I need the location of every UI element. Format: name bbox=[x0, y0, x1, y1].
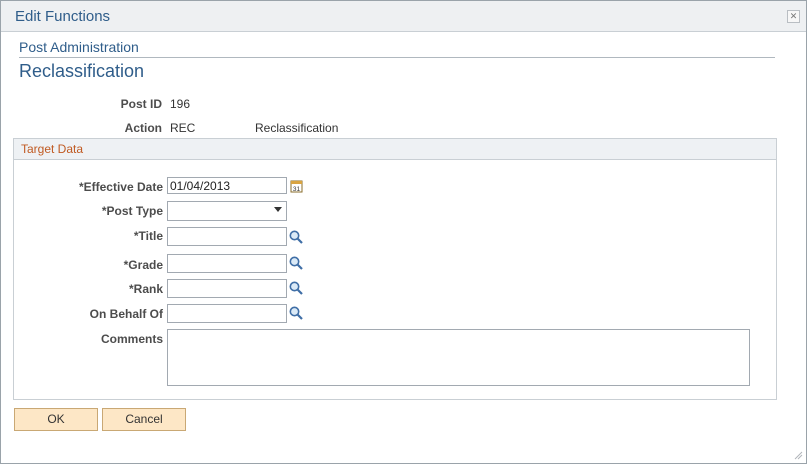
title-label: *Title bbox=[133, 229, 163, 243]
title-lookup-icon[interactable] bbox=[288, 229, 304, 245]
effective-date-input[interactable] bbox=[167, 177, 287, 194]
post-id-value: 196 bbox=[170, 97, 191, 111]
svg-text:31: 31 bbox=[293, 186, 301, 193]
action-label: Action bbox=[124, 121, 162, 135]
grade-input[interactable] bbox=[167, 254, 287, 273]
dialog-titlebar[interactable]: Edit Functions ✕ bbox=[1, 1, 806, 32]
action-description: Reclassification bbox=[255, 121, 339, 135]
post-type-label: *Post Type bbox=[101, 204, 163, 218]
comments-textarea[interactable] bbox=[167, 329, 750, 386]
rank-input[interactable] bbox=[167, 279, 287, 298]
ok-button[interactable]: OK bbox=[14, 408, 98, 431]
on-behalf-of-label: On Behalf Of bbox=[89, 307, 163, 321]
page-title: Reclassification bbox=[19, 61, 145, 81]
target-data-title: Target Data bbox=[21, 142, 84, 156]
action-code: REC bbox=[170, 121, 196, 135]
on-behalf-of-lookup-icon[interactable] bbox=[288, 305, 304, 321]
post-type-select[interactable] bbox=[167, 201, 287, 221]
breadcrumb: Post Administration bbox=[19, 39, 139, 55]
dialog-title: Edit Functions bbox=[15, 8, 111, 25]
rank-label: *Rank bbox=[128, 282, 163, 296]
effective-date-label: *Effective Date bbox=[78, 180, 163, 194]
edit-functions-dialog: Edit Functions ✕ Post Administration Rec… bbox=[0, 0, 807, 464]
resize-grip-icon[interactable] bbox=[793, 450, 803, 460]
post-id-label: Post ID bbox=[120, 97, 162, 111]
rank-lookup-icon[interactable] bbox=[288, 280, 304, 296]
close-button[interactable]: ✕ bbox=[787, 10, 800, 23]
title-input[interactable] bbox=[167, 227, 287, 246]
close-icon: ✕ bbox=[789, 11, 798, 21]
title-divider bbox=[19, 57, 775, 58]
grade-lookup-icon[interactable] bbox=[288, 255, 304, 271]
calendar-icon[interactable]: 31 bbox=[289, 178, 305, 194]
grade-label: *Grade bbox=[123, 258, 163, 272]
comments-label: Comments bbox=[100, 332, 163, 346]
cancel-button[interactable]: Cancel bbox=[102, 408, 186, 431]
chevron-down-icon bbox=[274, 207, 282, 212]
target-data-header: Target Data bbox=[14, 139, 776, 160]
on-behalf-of-input[interactable] bbox=[167, 304, 287, 323]
